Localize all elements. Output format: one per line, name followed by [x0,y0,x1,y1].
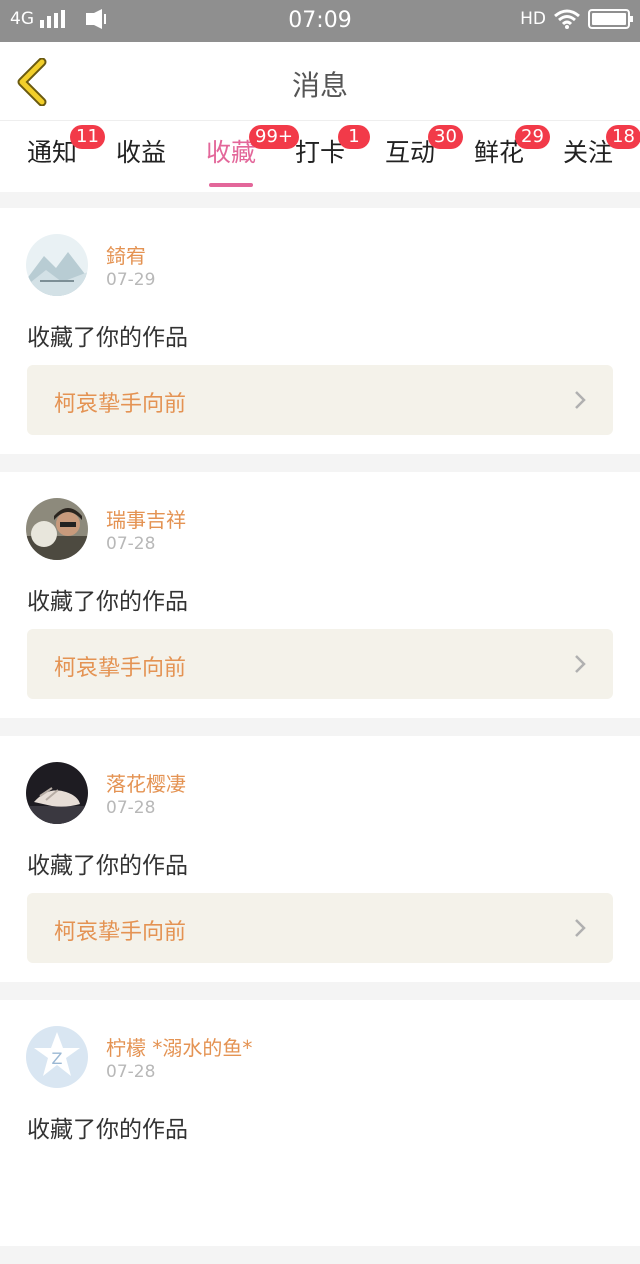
tab-label: 收益 [115,138,166,167]
status-bar: 4G 07:09 HD [0,0,640,42]
wifi-icon [554,9,580,29]
message-date: 07-28 [106,798,156,818]
message-date: 07-28 [106,1062,156,1082]
message-card: Z 柠檬 *溺水的鱼* 07-28 收藏了你的作品 [0,1000,640,1246]
svg-text:Z: Z [52,1049,63,1068]
selfie-photo-icon [26,498,88,560]
work-link[interactable]: 柯哀挚手向前 [27,629,613,699]
tab-interaction[interactable]: 互动 30 [380,125,463,183]
work-title: 柯哀挚手向前 [54,920,187,945]
message-card: 落花樱凄 07-28 收藏了你的作品 柯哀挚手向前 [0,736,640,982]
work-title: 柯哀挚手向前 [54,392,187,417]
user-name[interactable]: 柠檬 *溺水的鱼* [106,1032,252,1061]
tab-badge: 29 [515,125,550,149]
tab-badge: 11 [70,125,105,149]
tab-badge: 1 [338,125,370,149]
avatar[interactable] [26,234,88,296]
tab-favorites[interactable]: 收藏 99+ [201,125,299,187]
chevron-right-icon [575,919,586,937]
qq-default-avatar-icon: Z [26,1026,88,1088]
message-text: 收藏了你的作品 [27,325,188,351]
chevron-right-icon [575,391,586,409]
message-date: 07-28 [106,534,156,554]
message-date: 07-29 [106,270,156,290]
tab-earnings[interactable]: 收益 [111,133,171,183]
active-tab-indicator [209,183,253,187]
battery-icon [588,9,633,29]
tab-notice[interactable]: 通知 11 [22,125,105,183]
status-right: HD [520,9,633,29]
chevron-right-icon [575,655,586,673]
tab-checkin[interactable]: 打卡 1 [290,125,370,183]
tab-flowers[interactable]: 鲜花 29 [469,125,550,183]
tab-badge: 30 [428,125,463,149]
message-text: 收藏了你的作品 [27,589,188,615]
work-link[interactable]: 柯哀挚手向前 [27,365,613,435]
message-text: 收藏了你的作品 [27,853,188,879]
tab-follow[interactable]: 关注 18 [558,125,640,183]
hd-label: HD [520,9,546,29]
tab-badge: 18 [606,125,640,149]
user-name[interactable]: 落花樱凄 [106,768,186,797]
page-title: 消息 [291,69,348,102]
user-name[interactable]: 瑞事吉祥 [106,504,186,533]
message-text: 收藏了你的作品 [27,1117,188,1143]
avatar[interactable] [26,762,88,824]
work-title: 柯哀挚手向前 [54,656,187,681]
tab-bar: 通知 11 收益 收藏 99+ 打卡 1 互动 30 鲜花 29 关注 18 [0,120,640,192]
user-name[interactable]: 錡宥 [106,240,146,269]
message-feed: 錡宥 07-29 收藏了你的作品 柯哀挚手向前 瑞事吉祥 07-28 收藏了你的… [0,208,640,1264]
message-card: 錡宥 07-29 收藏了你的作品 柯哀挚手向前 [0,208,640,454]
message-card: 瑞事吉祥 07-28 收藏了你的作品 柯哀挚手向前 [0,472,640,718]
work-link[interactable]: 柯哀挚手向前 [27,893,613,963]
navigation-bar: 消息 [0,42,640,120]
avatar[interactable]: Z [26,1026,88,1088]
avatar[interactable] [26,498,88,560]
hands-photo-icon [26,762,88,824]
mountain-landscape-icon [26,234,88,296]
